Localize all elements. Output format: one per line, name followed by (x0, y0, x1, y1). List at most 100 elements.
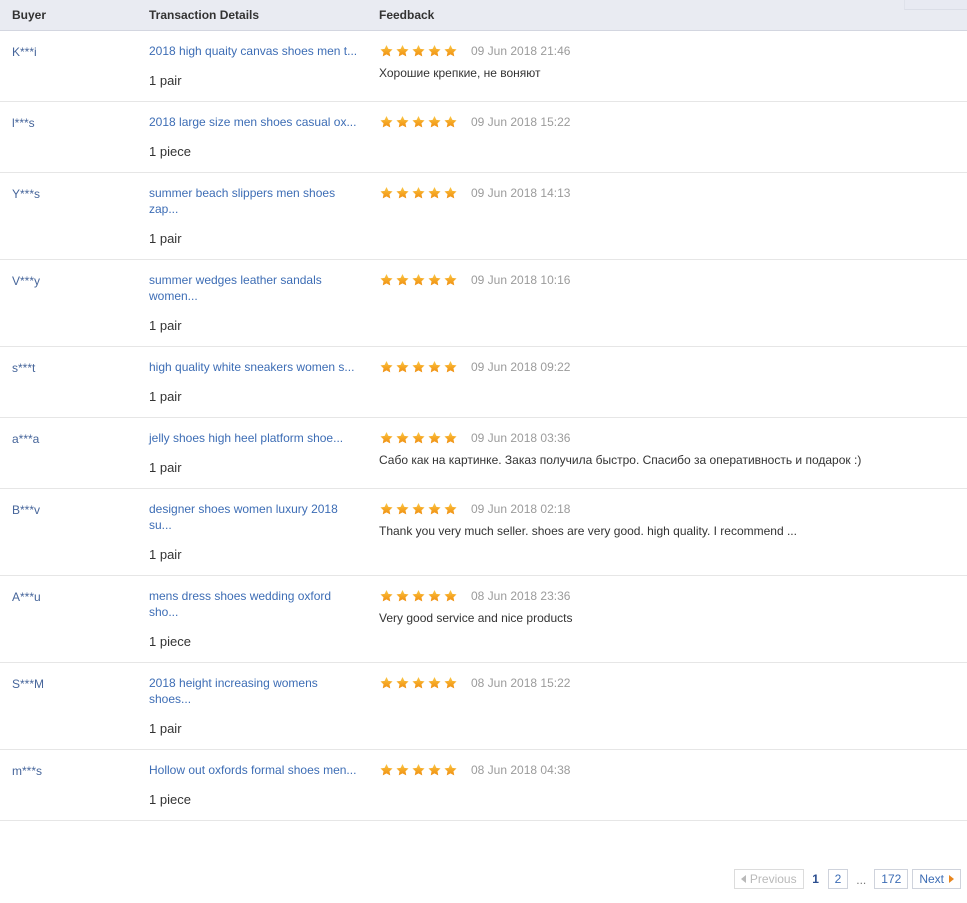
product-link[interactable]: summer wedges leather sandals women... (149, 272, 363, 304)
pagination-current-page[interactable]: 1 (808, 869, 824, 889)
product-link[interactable]: summer beach slippers men shoes zap... (149, 185, 363, 217)
pagination-ellipsis: ... (856, 873, 867, 887)
cell-buyer: B***v (0, 488, 145, 576)
rating-stars (379, 186, 459, 200)
buyer-name: a***a (12, 432, 40, 446)
star-icon (411, 360, 426, 374)
cell-transaction-details: 2018 large size men shoes casual ox... 1 … (145, 101, 375, 173)
star-icon (395, 186, 410, 200)
star-icon (411, 431, 426, 445)
cell-transaction-details: 2018 high quaity canvas shoes men t... 1 … (145, 30, 375, 102)
star-icon (411, 763, 426, 777)
star-icon (395, 273, 410, 287)
star-icon (379, 502, 394, 516)
table-row: s***t high quality white sneakers women s… (0, 346, 967, 418)
star-icon (395, 360, 410, 374)
cell-transaction-details: mens dress shoes wedding oxford sho... 1 … (145, 575, 375, 663)
cell-buyer: a***a (0, 417, 145, 489)
feedback-date: 08 Jun 2018 04:38 (471, 763, 571, 777)
feedback-date: 09 Jun 2018 15:22 (471, 115, 571, 129)
cell-buyer: V***y (0, 259, 145, 347)
cell-buyer: s***t (0, 346, 145, 418)
table-row: K***i 2018 high quaity canvas shoes men t… (0, 30, 967, 102)
product-link[interactable]: 2018 large size men shoes casual ox... (149, 114, 363, 130)
table-row: a***a jelly shoes high heel platform shoe… (0, 417, 967, 489)
star-icon (395, 763, 410, 777)
table-body: K***i 2018 high quaity canvas shoes men t… (0, 30, 967, 821)
product-link[interactable]: designer shoes women luxury 2018 su... (149, 501, 363, 533)
table-row: B***v designer shoes women luxury 2018 su… (0, 488, 967, 576)
rating-stars (379, 273, 459, 287)
star-icon (379, 273, 394, 287)
star-icon (379, 44, 394, 58)
table-row: l***s 2018 large size men shoes casual ox… (0, 101, 967, 173)
quantity-label: 1 piece (149, 634, 191, 649)
quantity-label: 1 pair (149, 318, 182, 333)
star-icon (427, 589, 442, 603)
star-icon (443, 186, 458, 200)
buyer-name: s***t (12, 361, 36, 375)
quantity-label: 1 piece (149, 792, 191, 807)
buyer-name: A***u (12, 590, 41, 604)
chevron-right-icon (949, 875, 954, 883)
cell-feedback: 09 Jun 2018 10:16 (375, 259, 967, 347)
star-icon (379, 676, 394, 690)
rating-stars (379, 44, 459, 58)
cell-transaction-details: jelly shoes high heel platform shoe... 1 … (145, 417, 375, 489)
pagination-last-page[interactable]: 172 (874, 869, 909, 889)
quantity-label: 1 pair (149, 721, 182, 736)
star-icon (379, 186, 394, 200)
product-link[interactable]: high quality white sneakers women s... (149, 359, 363, 375)
feedback-date: 09 Jun 2018 10:16 (471, 273, 571, 287)
star-icon (411, 44, 426, 58)
star-icon (427, 502, 442, 516)
buyer-name: B***v (12, 503, 41, 517)
star-icon (411, 186, 426, 200)
rating-stars (379, 502, 459, 516)
feedback-comment: Хорошие крепкие, не воняют (379, 66, 541, 80)
product-link[interactable]: 2018 height increasing womens shoes... (149, 675, 363, 707)
cell-feedback: 09 Jun 2018 15:22 (375, 101, 967, 173)
star-icon (427, 186, 442, 200)
quantity-label: 1 pair (149, 389, 182, 404)
quantity-label: 1 pair (149, 547, 182, 562)
star-icon (379, 589, 394, 603)
table-row: A***u mens dress shoes wedding oxford sho… (0, 575, 967, 663)
cell-buyer: l***s (0, 101, 145, 173)
rating-stars (379, 431, 459, 445)
product-link[interactable]: Hollow out oxfords formal shoes men... (149, 762, 363, 778)
star-icon (427, 115, 442, 129)
product-link[interactable]: 2018 high quaity canvas shoes men t... (149, 43, 363, 59)
pagination-page-2[interactable]: 2 (827, 869, 849, 889)
star-icon (411, 115, 426, 129)
rating-stars (379, 676, 459, 690)
cell-buyer: m***s (0, 749, 145, 821)
cell-feedback: 09 Jun 2018 02:18 Thank you very much sel… (375, 488, 967, 576)
buyer-name: K***i (12, 45, 37, 59)
cell-feedback: 09 Jun 2018 21:46 Хорошие крепкие, не вон… (375, 30, 967, 102)
cell-buyer: S***M (0, 662, 145, 750)
star-icon (379, 115, 394, 129)
table-row: V***y summer wedges leather sandals women… (0, 259, 967, 347)
product-link[interactable]: jelly shoes high heel platform shoe... (149, 430, 363, 446)
star-icon (443, 115, 458, 129)
cell-feedback: 09 Jun 2018 09:22 (375, 346, 967, 418)
pagination-previous-label: Previous (749, 872, 797, 886)
star-icon (427, 360, 442, 374)
star-icon (379, 763, 394, 777)
product-link[interactable]: mens dress shoes wedding oxford sho... (149, 588, 363, 620)
star-icon (411, 502, 426, 516)
cell-transaction-details: high quality white sneakers women s... 1 … (145, 346, 375, 418)
pagination-previous-button[interactable]: Previous (733, 869, 804, 889)
column-header-feedback: Feedback (375, 0, 967, 31)
feedback-comment: Very good service and nice products (379, 611, 573, 625)
star-icon (443, 676, 458, 690)
chevron-left-icon (740, 875, 746, 883)
feedback-date: 09 Jun 2018 09:22 (471, 360, 571, 374)
star-icon (411, 676, 426, 690)
star-icon (427, 431, 442, 445)
pagination-next-button[interactable]: Next (912, 869, 961, 889)
star-icon (427, 273, 442, 287)
star-icon (443, 589, 458, 603)
cell-buyer: K***i (0, 30, 145, 102)
